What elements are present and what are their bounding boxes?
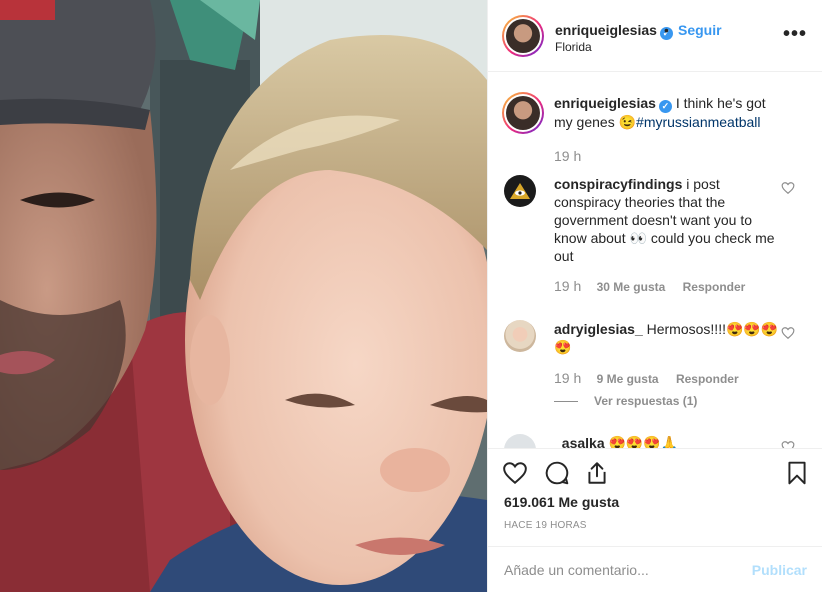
comment-body: 😍😍😍🙏: [608, 435, 679, 448]
comment-text: conspiracyfindings i post conspiracy the…: [554, 175, 780, 265]
comment-username[interactable]: conspiracyfindings: [554, 176, 682, 192]
heart-icon[interactable]: [502, 460, 528, 486]
comment-likes[interactable]: 9 Me gusta: [597, 372, 659, 386]
verified-badge-icon: ✓: [658, 100, 672, 113]
comment-username[interactable]: _asalka: [554, 435, 605, 448]
caption-avatar[interactable]: [502, 92, 544, 134]
replies-divider-line: [554, 401, 578, 403]
separator-dot: •: [664, 22, 669, 38]
author-username[interactable]: enriqueiglesias ✓: [555, 22, 673, 40]
caption-time[interactable]: 19 h: [554, 148, 581, 164]
caption-text: enriqueiglesias ✓ I think he's got my gen…: [554, 94, 780, 131]
reply-button[interactable]: Responder: [683, 280, 746, 294]
author-avatar[interactable]: [502, 15, 544, 57]
author-username-text[interactable]: enriqueiglesias: [555, 22, 657, 38]
share-icon[interactable]: [584, 460, 610, 486]
comment-text: _asalka 😍😍😍🙏: [554, 434, 780, 448]
comment-likes[interactable]: 30 Me gusta: [597, 280, 666, 294]
reply-button[interactable]: Responder: [676, 372, 739, 386]
caption-username[interactable]: enriqueiglesias: [554, 95, 656, 111]
comments-list[interactable]: enriqueiglesias ✓ I think he's got my gen…: [488, 73, 822, 448]
post-photo[interactable]: [0, 0, 487, 592]
comment-time[interactable]: 19 h: [554, 370, 581, 386]
bookmark-icon[interactable]: [784, 460, 810, 486]
add-comment-bar: Publicar: [488, 546, 822, 592]
comment-input[interactable]: [504, 559, 744, 581]
caption-meta: 19 h: [554, 148, 593, 164]
publish-button[interactable]: Publicar: [752, 562, 807, 578]
post-header: enriqueiglesias ✓ • Seguir Florida •••: [488, 0, 822, 72]
comment-avatar[interactable]: [504, 320, 536, 352]
comment-time[interactable]: 19 h: [554, 278, 581, 294]
likes-count[interactable]: 619.061 Me gusta: [504, 494, 619, 510]
post-location[interactable]: Florida: [555, 40, 592, 54]
comment-text: adryiglesias_ Hermosos!!!!😍😍😍😍: [554, 320, 780, 356]
comment-like-heart-icon[interactable]: [781, 181, 795, 195]
comment-meta: 19 h 9 Me gusta Responder: [554, 370, 753, 386]
view-replies-label[interactable]: Ver respuestas (1): [594, 394, 697, 408]
comment-username[interactable]: adryiglesias_: [554, 321, 643, 337]
eye-pyramid-icon: [510, 183, 530, 199]
more-options-icon[interactable]: •••: [783, 24, 807, 44]
view-replies-button[interactable]: Ver respuestas (1): [554, 394, 697, 408]
comment-icon[interactable]: [544, 460, 570, 486]
comment-like-heart-icon[interactable]: [781, 326, 795, 340]
comment-like-heart-icon[interactable]: [781, 440, 795, 448]
comment-avatar[interactable]: [504, 434, 536, 448]
post-actions: [488, 448, 822, 500]
post-detail-panel: enriqueiglesias ✓ • Seguir Florida ••• en…: [487, 0, 822, 592]
post-timestamp[interactable]: HACE 19 HORAS: [504, 520, 587, 531]
comment-meta: 19 h 30 Me gusta Responder: [554, 278, 759, 294]
follow-button[interactable]: Seguir: [678, 22, 722, 38]
comment-avatar[interactable]: [504, 175, 536, 207]
caption-hashtag[interactable]: #myrussianmeatball: [636, 114, 761, 130]
